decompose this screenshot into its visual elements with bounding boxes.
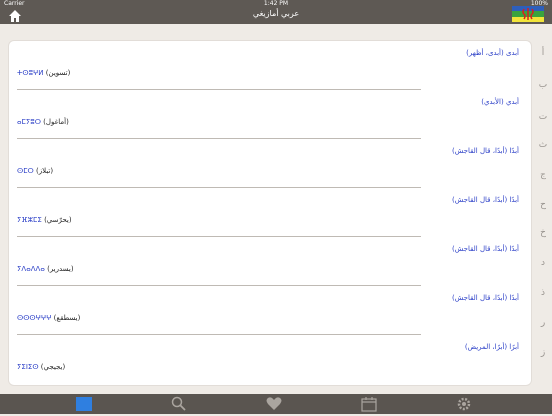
arabic-term: أبرًا (أبرًا، المريض) xyxy=(464,343,519,351)
heart-icon xyxy=(266,397,282,410)
list-item[interactable]: أبدًا (أبدًا، قال القاجش) ⵢⴷⴰⴷⴷⴰ (يسدرير… xyxy=(9,237,531,286)
index-letter[interactable]: أ xyxy=(534,48,552,58)
list-item[interactable]: أبرًا (أبرًا، المريض) ⵢⵉⵏⵉⵙ (يجيجي) xyxy=(9,335,531,384)
index-letter[interactable]: ث xyxy=(534,140,552,150)
amazigh-term: ⵜⵙⵓⵖⵍ (تسوين) xyxy=(17,69,70,77)
latin-paren: (يسدرير) xyxy=(47,265,74,273)
latin-paren: (تبلاز) xyxy=(36,167,54,175)
latin-paren: (يحرّسي) xyxy=(44,216,72,224)
status-bar: Carrier 1:42 PM 100% xyxy=(0,0,552,8)
tifinagh-text: ⵢⴼⵣⵎⵉ xyxy=(17,216,42,224)
arabic-term: أبدًا (أبدًا، قال القاجش) xyxy=(452,147,519,155)
nav-title: عربي أمازيغي xyxy=(252,9,300,18)
latin-paren: (يسطقع) xyxy=(53,314,81,322)
list-item[interactable]: أبدى (أبدى، أظهر) ⵜⵙⵓⵖⵍ (تسوين) xyxy=(9,41,531,90)
tab-alphabet[interactable] xyxy=(75,396,93,412)
tifinagh-text: ⵢⴷⴰⴷⴷⴰ xyxy=(17,265,45,273)
index-letter[interactable]: ح xyxy=(534,200,552,210)
battery-label: 100% xyxy=(530,0,548,7)
index-letter[interactable]: خ xyxy=(534,228,552,238)
grid-icon xyxy=(76,397,92,411)
tab-settings[interactable] xyxy=(455,396,473,412)
home-button[interactable] xyxy=(8,8,22,22)
calendar-icon xyxy=(361,397,377,412)
alphabet-index[interactable]: أ ب ت ث ج ح خ د ذ ر ز xyxy=(534,40,552,384)
tifinagh-text: ⵢⵉⵏⵉⵙ xyxy=(17,363,39,371)
dictionary-list[interactable]: أبدى (أبدى، أظهر) ⵜⵙⵓⵖⵍ (تسوين) أبدي (ال… xyxy=(8,40,532,386)
amazigh-term: ⴰⵎⵢⵓⵔ (أماغول) xyxy=(17,118,69,126)
list-item[interactable]: أبدًا (أبدًا، قال القاجش) ⵙⵎⵔ (تبلاز) xyxy=(9,139,531,188)
arabic-term: أبدى (أبدى، أظهر) xyxy=(466,49,519,57)
index-letter[interactable]: ت xyxy=(534,112,552,122)
gear-icon xyxy=(457,397,471,411)
list-item[interactable]: أبدي (الأبدي) ⴰⵎⵢⵓⵔ (أماغول) xyxy=(9,90,531,139)
yaz-symbol xyxy=(522,8,534,20)
list-item[interactable]: أبدًا (أبدًا، قال القاجش) ⵢⴼⵣⵎⵉ (يحرّسي) xyxy=(9,188,531,237)
amazigh-term: ⵢⴷⴰⴷⴷⴰ (يسدرير) xyxy=(17,265,74,273)
arabic-term: أبدًا (أبدًا، قال القاجش) xyxy=(452,294,519,302)
index-letter[interactable]: د xyxy=(534,258,552,268)
amazigh-term: ⵢⴼⵣⵎⵉ (يحرّسي) xyxy=(17,216,72,224)
tifinagh-text: ⴰⵎⵢⵓⵔ xyxy=(17,118,41,126)
index-letter[interactable]: ز xyxy=(534,348,552,358)
latin-paren: (يجيجي) xyxy=(40,363,66,371)
list-item[interactable]: أبدًا (أبدًا، قال القاجش) ⵙⵙⵙⵖⵖⵖ (يسطقع) xyxy=(9,286,531,335)
tifinagh-text: ⵙⵙⵙⵖⵖⵖ xyxy=(17,314,52,322)
latin-paren: (تسوين) xyxy=(45,69,71,77)
tifinagh-text: ⵜⵙⵓⵖⵍ xyxy=(17,69,44,77)
amazigh-flag xyxy=(512,6,544,22)
tab-search[interactable] xyxy=(170,396,188,412)
tab-calendar[interactable] xyxy=(360,396,378,412)
amazigh-term: ⵙⵎⵔ (تبلاز) xyxy=(17,167,53,175)
search-icon xyxy=(171,396,186,411)
index-letter[interactable]: ب xyxy=(534,80,552,90)
index-letter[interactable]: ر xyxy=(534,318,552,328)
amazigh-term: ⵢⵉⵏⵉⵙ (يجيجي) xyxy=(17,363,65,371)
arabic-term: أبدًا (أبدًا، قال القاجش) xyxy=(452,245,519,253)
index-letter[interactable]: ذ xyxy=(534,288,552,298)
index-letter[interactable]: ج xyxy=(534,170,552,180)
tifinagh-text: ⵙⵎⵔ xyxy=(17,167,34,175)
arabic-term: أبدًا (أبدًا، قال القاجش) xyxy=(452,196,519,204)
arabic-term: أبدي (الأبدي) xyxy=(481,98,519,106)
tab-favorites[interactable] xyxy=(265,396,283,412)
amazigh-term: ⵙⵙⵙⵖⵖⵖ (يسطقع) xyxy=(17,314,80,322)
tab-bar xyxy=(0,394,552,414)
home-icon xyxy=(9,10,21,22)
clock: 1:42 PM xyxy=(263,0,289,7)
latin-paren: (أماغول) xyxy=(43,118,69,126)
